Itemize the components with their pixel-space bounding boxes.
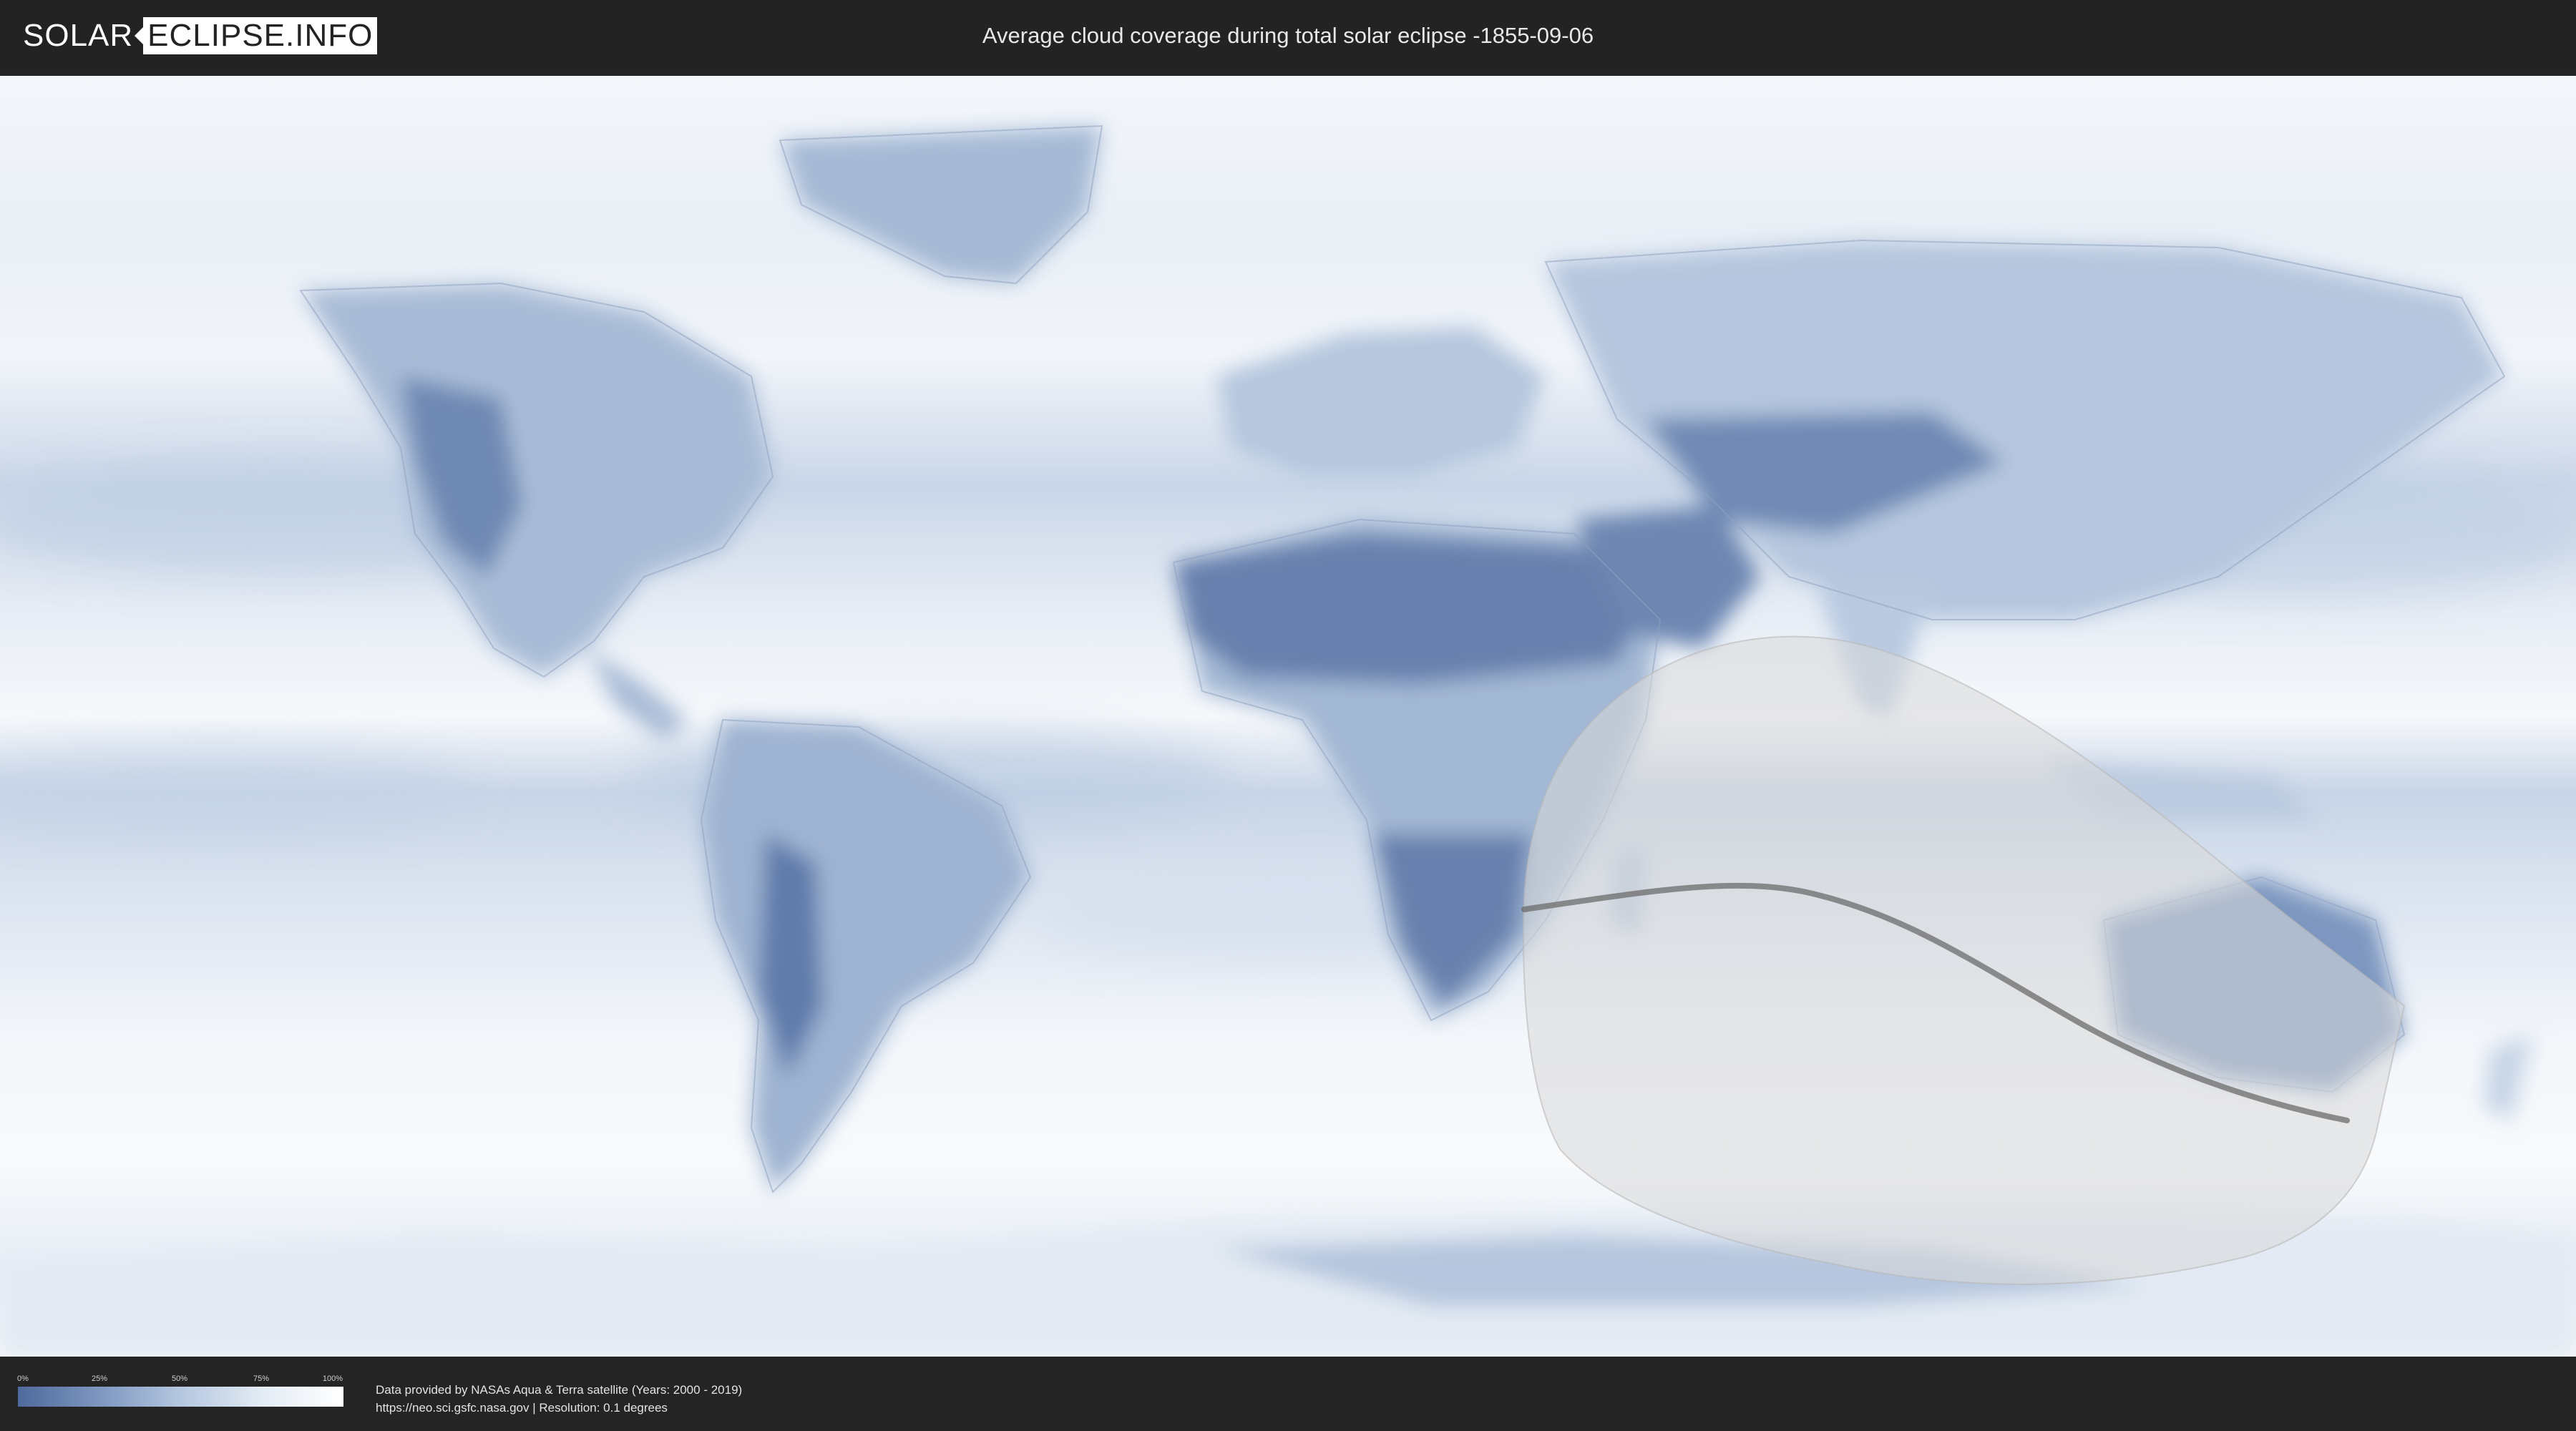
footer-bar: 0% 25% 50% 75% 100% Data provided by NAS…: [0, 1359, 2576, 1431]
legend-tick-75: 75%: [253, 1374, 270, 1383]
page-title: Average cloud coverage during total sola…: [982, 23, 1594, 48]
legend-tick-25: 25%: [91, 1374, 108, 1383]
legend-gradient-bar: [18, 1387, 343, 1407]
credit-line-url[interactable]: https://neo.sci.gsfc.nasa.gov | Resoluti…: [376, 1399, 742, 1417]
cloud-coverage-legend: 0% 25% 50% 75% 100%: [17, 1374, 343, 1407]
header-bar: SOLAR ECLIPSE.INFO Average cloud coverag…: [0, 0, 2576, 72]
world-map-svg: [0, 76, 2576, 1357]
legend-tick-100: 100%: [322, 1374, 343, 1383]
data-credits: Data provided by NASAs Aqua & Terra sate…: [376, 1381, 742, 1417]
legend-ticks: 0% 25% 50% 75% 100%: [17, 1374, 343, 1387]
legend-tick-50: 50%: [171, 1374, 188, 1383]
credit-line-source: Data provided by NASAs Aqua & Terra sate…: [376, 1383, 743, 1397]
cloud-coverage-map[interactable]: [0, 76, 2576, 1357]
legend-tick-0: 0%: [17, 1374, 29, 1383]
